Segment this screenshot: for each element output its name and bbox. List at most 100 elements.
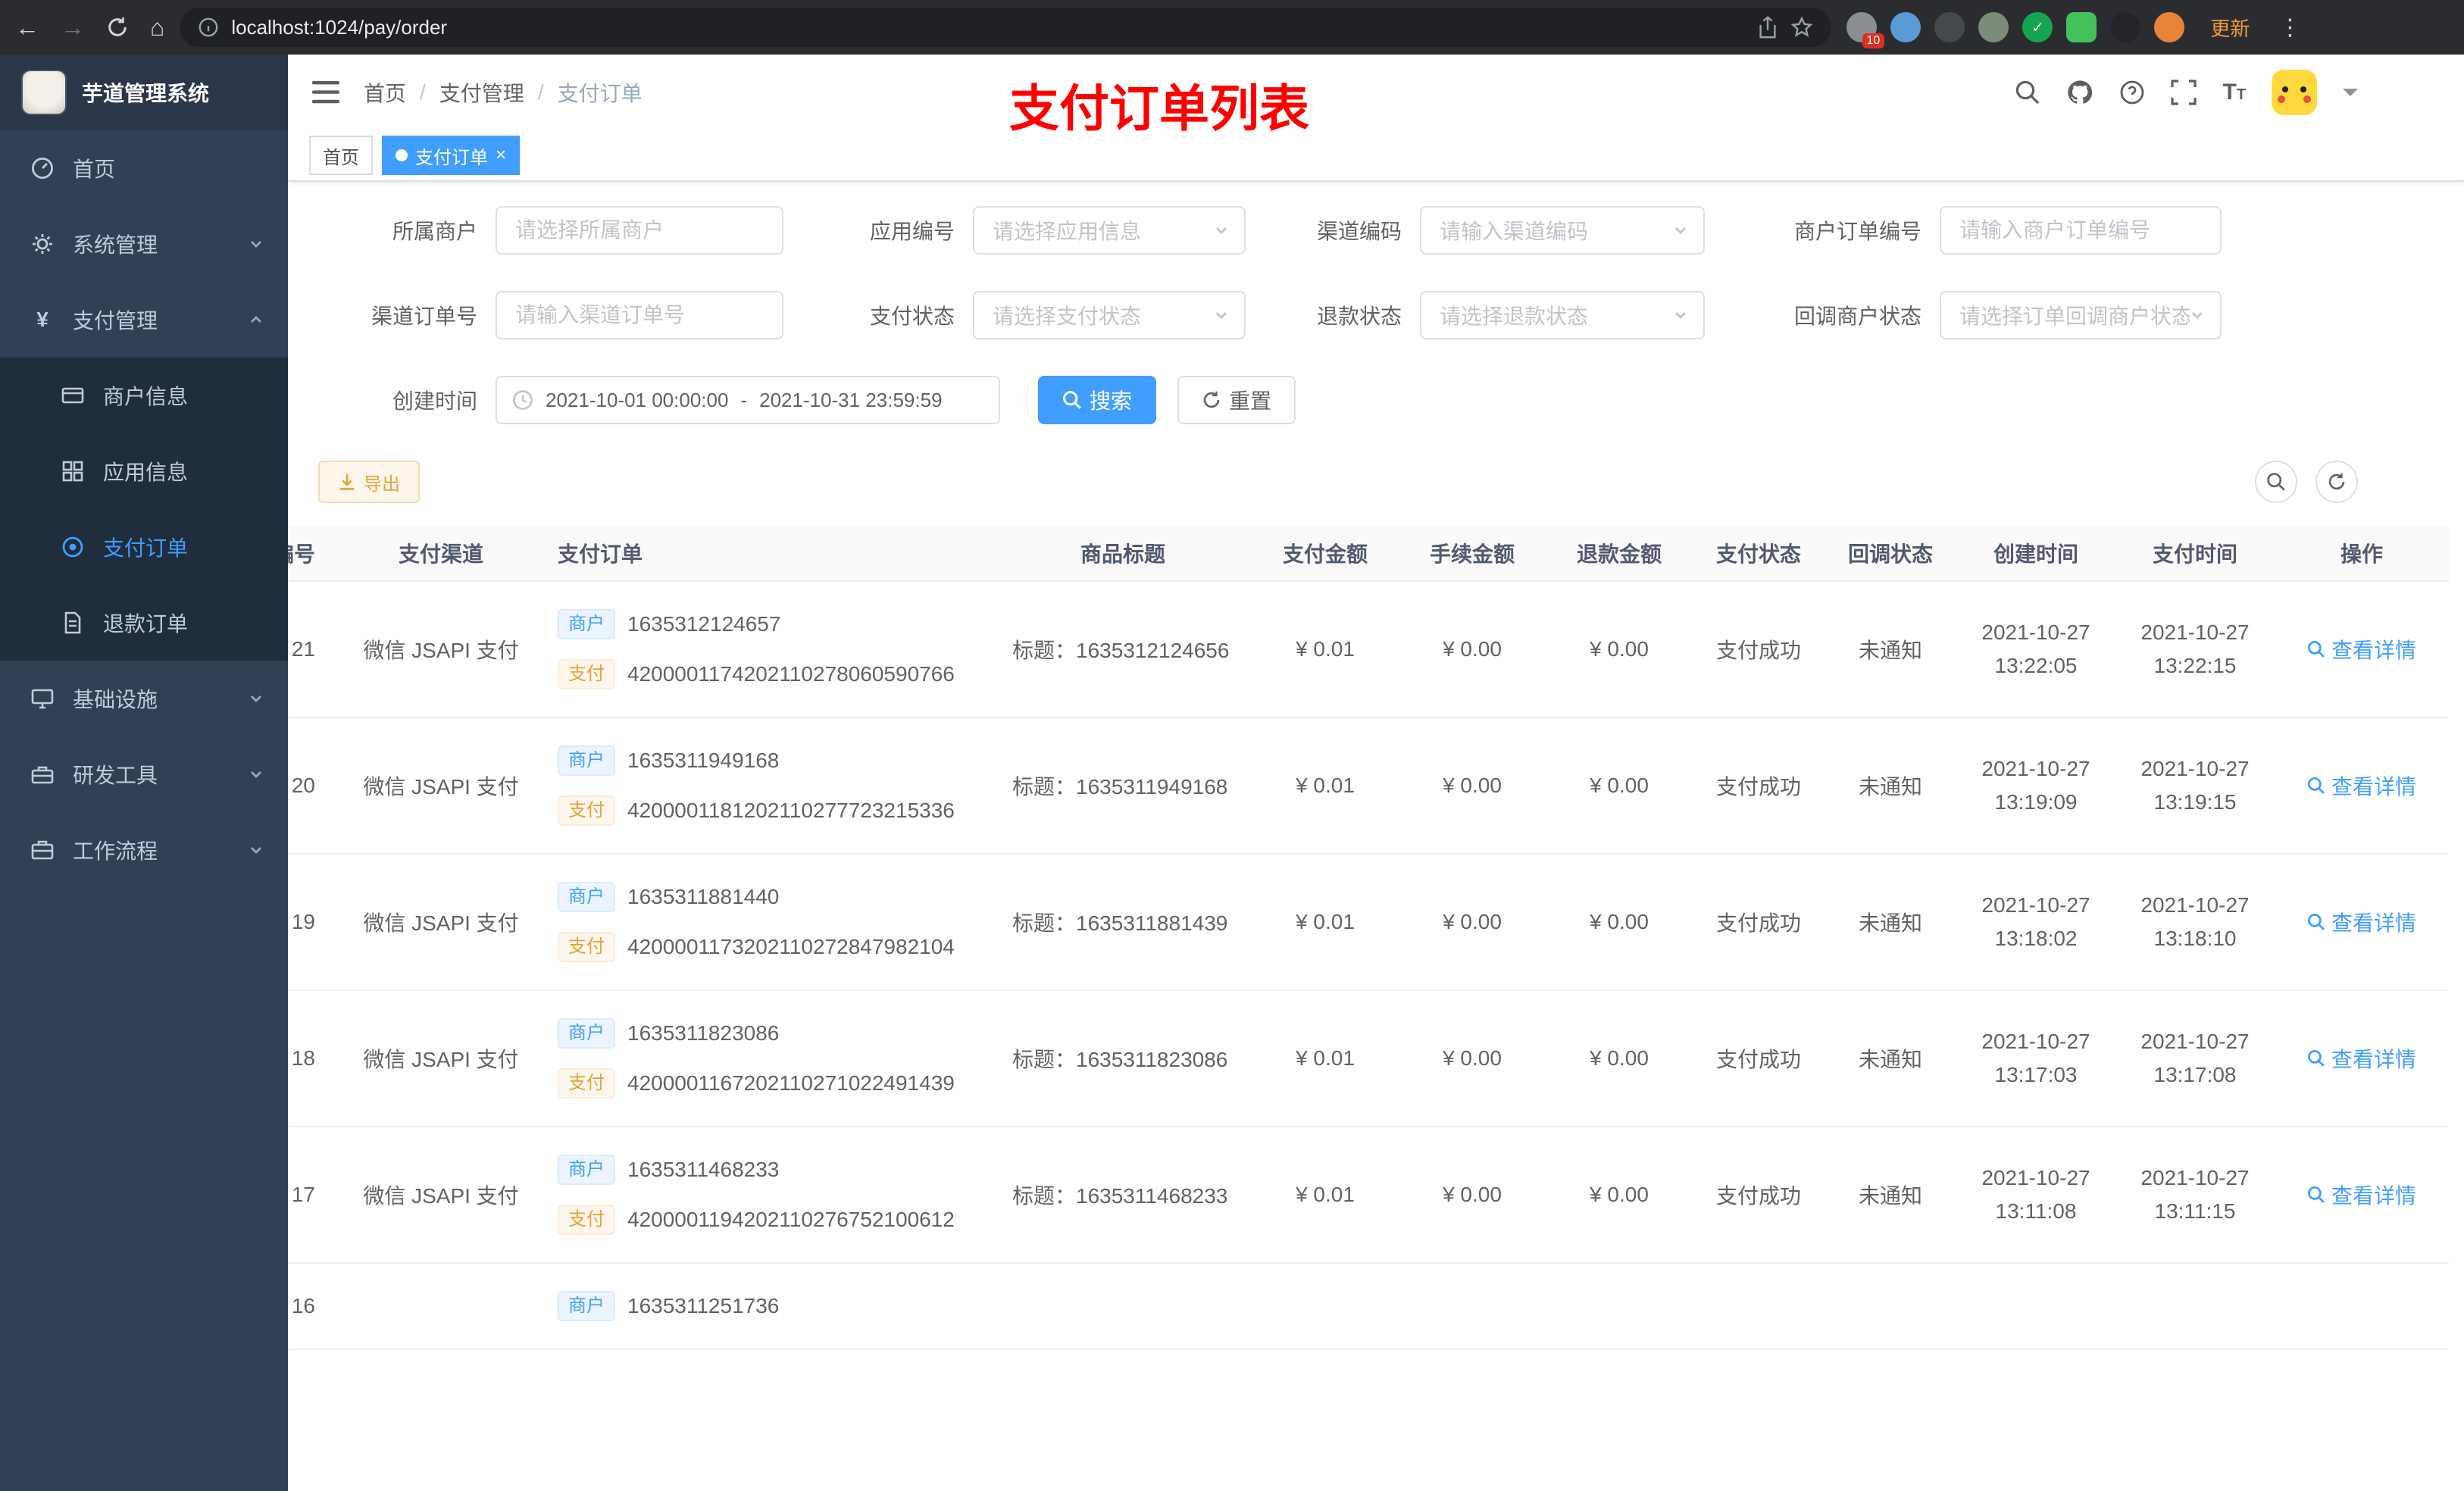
sidebar-item-system[interactable]: 系统管理: [0, 206, 288, 282]
cell-channel: 微信 JSAPI 支付: [342, 990, 539, 1127]
pay-badge: 支付: [558, 1068, 615, 1099]
cell-notify-status: 未通知: [1825, 581, 1956, 718]
merchant-order-line: 商户 1635312124657: [558, 609, 976, 639]
browser-menu-icon[interactable]: ⋮: [2275, 14, 2304, 41]
bookmark-star-icon[interactable]: [1790, 16, 1813, 39]
filter-create-time: 创建时间 2021-10-01 00:00:00 - 2021-10-31 23…: [318, 376, 1000, 424]
magnifier-icon: [2307, 1186, 2325, 1203]
pay-order-line: 支付 4200001181202110277723215336: [558, 796, 976, 826]
user-avatar[interactable]: [2272, 70, 2317, 115]
tag-home[interactable]: 首页: [309, 136, 373, 175]
help-icon[interactable]: [2119, 80, 2145, 105]
view-detail-link[interactable]: 查看详情: [2307, 1043, 2416, 1074]
browser-forward-button[interactable]: →: [61, 15, 85, 39]
pay-badge: 支付: [558, 796, 615, 826]
extension-icon-7[interactable]: [2110, 12, 2141, 42]
cell-pay-status: 支付成功: [1693, 1127, 1825, 1264]
cell-title: 标题：1635312124656: [994, 581, 1252, 718]
channel-code-select[interactable]: 请输入渠道编码: [1420, 206, 1705, 255]
cell-notify-status: [1825, 1263, 1956, 1350]
refund-status-select[interactable]: 请选择退款状态: [1420, 291, 1705, 339]
browser-home-button[interactable]: ⌂: [150, 15, 164, 39]
cell-id: 20: [288, 717, 342, 855]
export-button[interactable]: 导出: [318, 461, 420, 503]
reset-button[interactable]: 重置: [1177, 376, 1296, 424]
sidebar-item-workflow[interactable]: 工作流程: [0, 812, 288, 888]
extension-icon-4[interactable]: [1978, 12, 2009, 42]
merchant-order-line: 商户 1635311251736: [558, 1291, 976, 1321]
channel-order-no-input[interactable]: [496, 291, 783, 339]
refresh-table-button[interactable]: [2315, 461, 2358, 503]
sidebar-logo: 芋道管理系统: [0, 55, 288, 130]
cell-channel: 微信 JSAPI 支付: [342, 581, 539, 718]
caret-down-icon[interactable]: [2343, 89, 2358, 104]
cell-pay-time: 2021-10-27 13:19:15: [2115, 717, 2275, 855]
cell-pay-time: 2021-10-27 13:11:15: [2115, 1127, 2275, 1264]
cell-notify-status: 未通知: [1825, 717, 1956, 855]
sidebar-item-devtools[interactable]: 研发工具: [0, 736, 288, 812]
search-icon[interactable]: [2015, 80, 2040, 105]
extension-icon-1[interactable]: 10: [1846, 12, 1885, 48]
sidebar-item-app-info[interactable]: 应用信息: [0, 433, 288, 509]
search-button[interactable]: 搜索: [1038, 376, 1157, 424]
toggle-search-button[interactable]: [2255, 461, 2297, 503]
browser-reload-icon[interactable]: [106, 16, 129, 39]
cell-pay-time: [2115, 1263, 2275, 1350]
cell-fee-amount: ¥ 0.00: [1399, 1127, 1546, 1264]
refresh-icon: [2328, 473, 2345, 490]
app-select[interactable]: 请选择应用信息: [973, 206, 1246, 255]
date-end: 2021-10-31 23:59:59: [759, 388, 943, 411]
pay-status-select[interactable]: 请选择支付状态: [973, 291, 1246, 339]
cell-create-time: 2021-10-27 13:19:09: [1956, 717, 2115, 855]
sidebar-item-merchant-info[interactable]: 商户信息: [0, 358, 288, 433]
sidebar-item-infra[interactable]: 基础设施: [0, 661, 288, 736]
create-time-range-input[interactable]: 2021-10-01 00:00:00 - 2021-10-31 23:59:5…: [496, 376, 1000, 424]
profile-avatar-icon[interactable]: [2154, 12, 2185, 42]
share-icon[interactable]: [1757, 16, 1778, 39]
filter-merchant-order-no: 商户订单编号: [1724, 206, 2222, 255]
sidebar-item-home[interactable]: 首页: [0, 130, 288, 206]
extension-icon-5[interactable]: ✓: [2022, 12, 2053, 42]
merchant-input[interactable]: [496, 206, 783, 255]
notify-status-select[interactable]: 请选择订单回调商户状态: [1940, 291, 2222, 339]
sidebar-item-pay[interactable]: ¥ 支付管理: [0, 282, 288, 358]
extension-icon-2[interactable]: [1890, 12, 1921, 42]
site-info-icon[interactable]: [198, 17, 219, 38]
magnifier-icon: [2307, 640, 2325, 658]
cell-pay-status: 支付成功: [1693, 581, 1825, 718]
cell-action: 查看详情: [2275, 990, 2449, 1127]
filter-app: 应用编号 请选择应用信息: [803, 206, 1246, 255]
fullscreen-icon[interactable]: [2171, 80, 2197, 105]
extension-icon-6[interactable]: [2066, 12, 2097, 42]
sidebar-item-refund-order[interactable]: 退款订单: [0, 585, 288, 661]
extension-icon-3[interactable]: [1934, 12, 1965, 42]
hamburger-icon[interactable]: [312, 81, 339, 104]
orders-table: 编号 支付渠道 支付订单 商品标题 支付金额 手续金额 退款金额 支付状态 回调…: [288, 526, 2464, 1350]
github-icon[interactable]: [2066, 79, 2093, 106]
clock-icon: [513, 390, 533, 410]
tag-pay-order[interactable]: 支付订单 ×: [382, 136, 521, 175]
cell-id: 21: [288, 581, 342, 718]
font-size-icon[interactable]: TT: [2222, 80, 2246, 105]
cell-pay-time: 2021-10-27 13:17:08: [2115, 990, 2275, 1127]
breadcrumb-home[interactable]: 首页: [364, 77, 406, 108]
view-detail-link[interactable]: 查看详情: [2307, 771, 2416, 801]
view-detail-link[interactable]: 查看详情: [2307, 1180, 2416, 1210]
refresh-icon: [1203, 391, 1220, 408]
sidebar-item-pay-order[interactable]: 支付订单: [0, 509, 288, 585]
cell-id: 16: [288, 1263, 342, 1350]
merchant-order-line: 商户 1635311823086: [558, 1018, 976, 1049]
browser-back-button[interactable]: ←: [15, 15, 39, 39]
cell-notify-status: 未通知: [1825, 990, 1956, 1127]
browser-address-bar[interactable]: localhost:1024/pay/order: [180, 8, 1832, 47]
pay-order-line: 支付 4200001194202110276752100612: [558, 1205, 976, 1235]
breadcrumb-pay[interactable]: 支付管理: [439, 77, 524, 108]
merchant-order-line: 商户 1635311949168: [558, 746, 976, 776]
merchant-order-no-input[interactable]: [1940, 206, 2222, 255]
view-detail-link[interactable]: 查看详情: [2307, 907, 2416, 937]
view-detail-link[interactable]: 查看详情: [2307, 634, 2416, 664]
merchant-badge: 商户: [558, 1291, 615, 1321]
tag-close-icon[interactable]: ×: [496, 146, 506, 164]
cell-channel: [342, 1263, 539, 1350]
browser-update-button[interactable]: 更新: [2198, 9, 2262, 46]
